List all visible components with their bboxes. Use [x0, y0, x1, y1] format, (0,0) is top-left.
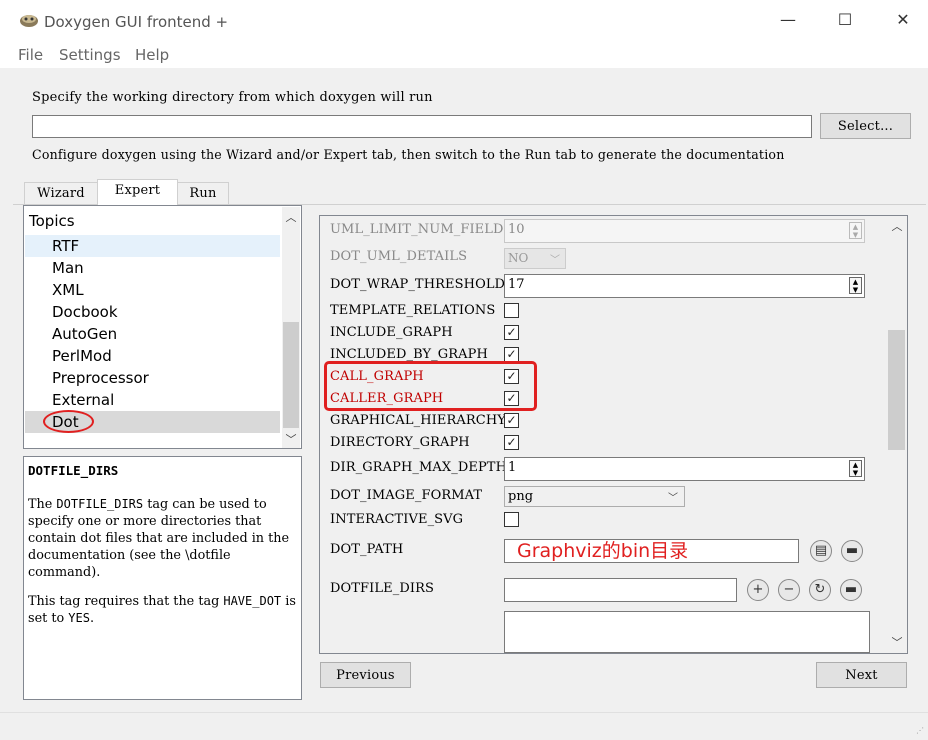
close-button[interactable]: ✕	[893, 10, 913, 29]
template-relations-label: TEMPLATE_RELATIONS	[330, 303, 496, 318]
topics-scrollbar[interactable]: ︿ ﹀	[282, 207, 300, 448]
description-panel: DOTFILE_DIRS The DOTFILE_DIRS tag can be…	[23, 456, 302, 700]
description-para2: This tag requires that the tag HAVE_DOT …	[28, 594, 296, 626]
dot-image-format-value: png	[508, 489, 534, 504]
scroll-thumb[interactable]	[283, 322, 299, 428]
dir-graph-max-depth-spinbox[interactable]: 1 ▲ ▼	[504, 457, 865, 481]
workdir-input[interactable]	[32, 115, 812, 138]
uml-limit-num-fields-label: UML_LIMIT_NUM_FIELDS	[330, 222, 513, 237]
chevron-down-icon: ﹀	[668, 493, 678, 504]
maximize-button[interactable]: ☐	[835, 10, 855, 29]
settings-scrollbar[interactable]: ︿ ﹀	[886, 216, 907, 653]
dot-path-value: Graphviz的bin目录	[517, 540, 689, 562]
tab-run[interactable]: Run	[177, 182, 229, 204]
topics-panel: Topics RTF Man XML Docbook AutoGen PerlM…	[23, 205, 302, 449]
dot-path-label: DOT_PATH	[330, 542, 404, 557]
spin-arrows-icon[interactable]: ▲ ▼	[849, 460, 862, 477]
spin-arrows-icon[interactable]: ▲ ▼	[849, 277, 862, 294]
dot-wrap-threshold-label: DOT_WRAP_THRESHOLD	[330, 277, 506, 292]
topic-perlmod[interactable]: PerlMod	[52, 347, 112, 365]
description-title: DOTFILE_DIRS	[28, 463, 119, 478]
add-icon[interactable]: +	[747, 579, 769, 601]
menu-settings[interactable]: Settings	[59, 46, 121, 64]
template-relations-checkbox[interactable]	[504, 303, 519, 318]
graphical-hierarchy-checkbox[interactable]: ✓	[504, 413, 519, 428]
select-button[interactable]: Select...	[820, 113, 911, 139]
folder-icon[interactable]: ▬	[841, 540, 863, 562]
minimize-button[interactable]: —	[778, 10, 798, 29]
menu-help[interactable]: Help	[135, 46, 169, 64]
menu-bar: File Settings Help	[0, 44, 928, 68]
dot-path-input[interactable]: Graphviz的bin目录	[504, 539, 799, 563]
window-title: Doxygen GUI frontend +	[44, 13, 229, 31]
graphical-hierarchy-label: GRAPHICAL_HIERARCHY	[330, 413, 506, 428]
dotfile-dirs-label: DOTFILE_DIRS	[330, 581, 434, 596]
folder-icon[interactable]: ▬	[840, 579, 862, 601]
dir-graph-max-depth-label: DIR_GRAPH_MAX_DEPTH	[330, 460, 508, 475]
topics-header: Topics	[29, 212, 75, 230]
resize-grip-icon[interactable]: ⋰	[916, 727, 926, 738]
status-bar	[0, 712, 928, 740]
dot-wrap-threshold-spinbox[interactable]: 17 ▲ ▼	[504, 274, 865, 298]
doxygen-app-icon	[19, 12, 39, 30]
tab-expert[interactable]: Expert	[97, 179, 178, 205]
topic-man[interactable]: Man	[52, 259, 84, 277]
topic-xml[interactable]: XML	[52, 281, 84, 299]
tab-wizard[interactable]: Wizard	[24, 182, 98, 204]
title-bar: Doxygen GUI frontend + — ☐ ✕	[0, 0, 928, 44]
topic-autogen[interactable]: AutoGen	[52, 325, 117, 343]
dot-image-format-label: DOT_IMAGE_FORMAT	[330, 488, 483, 503]
description-para1: The DOTFILE_DIRS tag can be used to spec…	[28, 497, 290, 580]
dot-image-format-select[interactable]: png ﹀	[504, 486, 685, 507]
topic-rtf[interactable]: RTF	[52, 237, 79, 255]
dot-uml-details-label: DOT_UML_DETAILS	[330, 249, 468, 264]
interactive-svg-label: INTERACTIVE_SVG	[330, 512, 464, 527]
workdir-label: Specify the working directory from which…	[32, 90, 433, 105]
chevron-down-icon: ﹀	[550, 255, 560, 266]
scroll-up-icon[interactable]: ︿	[889, 218, 905, 234]
call-graph-annotation-box	[324, 361, 537, 411]
file-icon[interactable]: ▤	[810, 540, 832, 562]
scroll-down-icon[interactable]: ﹀	[889, 634, 905, 650]
dot-annotation-circle	[43, 410, 94, 433]
include-graph-checkbox[interactable]: ✓	[504, 325, 519, 340]
previous-button[interactable]: Previous	[320, 662, 411, 688]
workdir-hint: Configure doxygen using the Wizard and/o…	[32, 147, 785, 162]
interactive-svg-checkbox[interactable]	[504, 512, 519, 527]
scroll-thumb[interactable]	[888, 330, 905, 450]
next-button[interactable]: Next	[816, 662, 907, 688]
include-graph-label: INCLUDE_GRAPH	[330, 325, 453, 340]
directory-graph-checkbox[interactable]: ✓	[504, 435, 519, 450]
topic-preprocessor[interactable]: Preprocessor	[52, 369, 149, 387]
topic-external[interactable]: External	[52, 391, 114, 409]
menu-file[interactable]: File	[18, 46, 43, 64]
dot-uml-details-value: NO	[508, 251, 529, 265]
dir-graph-max-depth-value: 1	[508, 460, 517, 475]
refresh-icon[interactable]: ↻	[809, 579, 831, 601]
dot-wrap-threshold-value: 17	[508, 277, 525, 292]
dot-uml-details-select[interactable]: NO ﹀	[504, 248, 566, 269]
topic-docbook[interactable]: Docbook	[52, 303, 118, 321]
directory-graph-label: DIRECTORY_GRAPH	[330, 435, 470, 450]
spin-arrows-icon[interactable]: ▲ ▼	[849, 222, 862, 239]
dotfile-dirs-input[interactable]	[504, 578, 737, 602]
included-by-graph-checkbox[interactable]: ✓	[504, 347, 519, 362]
included-by-graph-label: INCLUDED_BY_GRAPH	[330, 347, 488, 362]
scroll-down-icon[interactable]: ﹀	[283, 431, 299, 447]
uml-limit-num-fields-spinbox[interactable]: 10 ▲ ▼	[504, 219, 865, 243]
uml-limit-num-fields-value: 10	[508, 222, 525, 237]
scroll-up-icon[interactable]: ︿	[283, 209, 299, 225]
dotfile-dirs-list[interactable]	[504, 611, 870, 653]
remove-icon[interactable]: −	[778, 579, 800, 601]
